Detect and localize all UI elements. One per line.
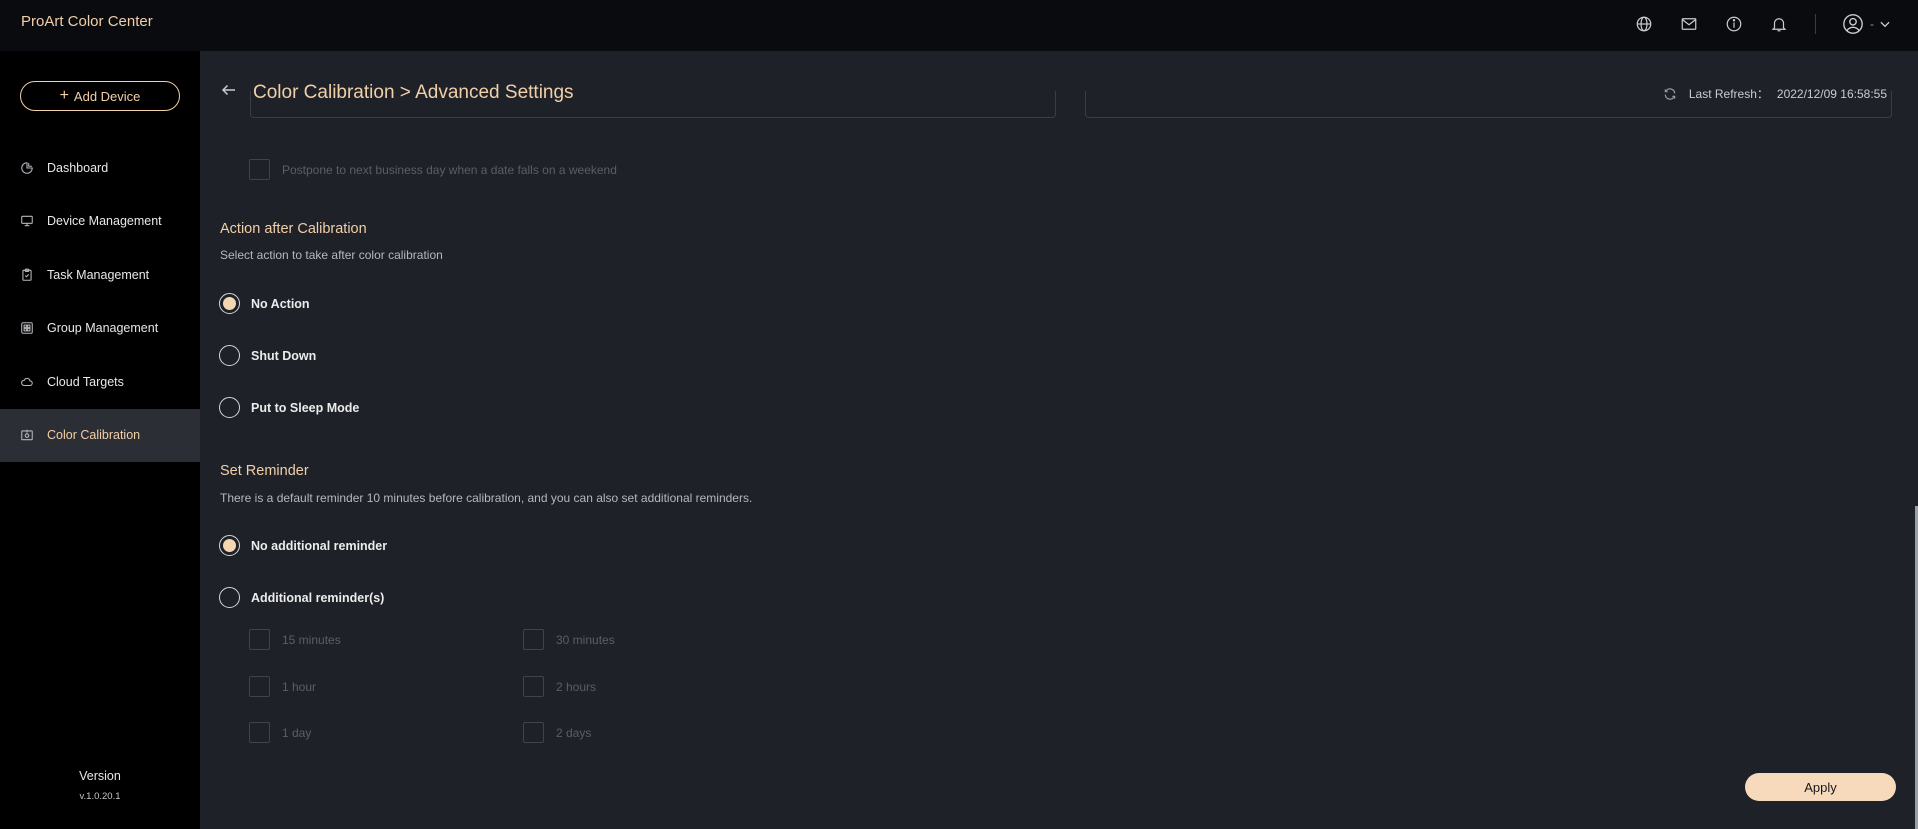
sidebar-item-dashboard[interactable]: Dashboard — [0, 141, 200, 195]
reminder-label: 1 hour — [282, 679, 317, 694]
apply-button[interactable]: Apply — [1745, 773, 1896, 801]
reminder-checkbox[interactable] — [523, 629, 544, 650]
radio-label: Shut Down — [251, 348, 317, 363]
mail-icon[interactable] — [1677, 12, 1701, 36]
chevron-down-icon — [1878, 17, 1892, 31]
back-arrow-icon[interactable] — [220, 81, 238, 99]
sidebar-item-label: Dashboard — [47, 160, 109, 175]
postpone-checkbox[interactable] — [249, 159, 270, 180]
radio-sleep-mode[interactable]: Put to Sleep Mode — [219, 397, 359, 418]
radio-additional-reminders[interactable]: Additional reminder(s) — [219, 587, 384, 608]
reminder-2-days[interactable]: 2 days — [523, 722, 591, 743]
app-title: ProArt Color Center — [21, 13, 153, 30]
reminder-2-hours[interactable]: 2 hours — [523, 676, 596, 697]
reminder-1-day[interactable]: 1 day — [249, 722, 311, 743]
sidebar-item-label: Group Management — [47, 321, 159, 336]
plus-icon: + — [59, 87, 69, 104]
sidebar-item-group-management[interactable]: Group Management — [0, 302, 200, 356]
sidebar-item-label: Task Management — [47, 267, 150, 282]
info-icon[interactable] — [1722, 12, 1746, 36]
grid-icon — [21, 322, 33, 335]
main-content: Color Calibration > Advanced Settings La… — [200, 51, 1918, 829]
postpone-checkbox-row[interactable]: Postpone to next business day when a dat… — [249, 159, 617, 180]
reminder-checkbox[interactable] — [523, 722, 544, 743]
pie-chart-icon — [21, 161, 33, 174]
reminder-1-hour[interactable]: 1 hour — [249, 676, 316, 697]
bell-icon[interactable] — [1767, 12, 1791, 36]
reminder-checkbox[interactable] — [523, 676, 544, 697]
radio-label: Additional reminder(s) — [251, 590, 385, 605]
top-toolbar: - — [1611, 12, 1892, 36]
sidebar-item-cloud-targets[interactable]: Cloud Targets — [0, 355, 200, 409]
radio-label: No additional reminder — [251, 538, 388, 553]
reminder-15-minutes[interactable]: 15 minutes — [249, 629, 341, 650]
radio-no-action[interactable]: No Action — [219, 293, 310, 314]
reminder-label: 30 minutes — [556, 632, 615, 647]
reminder-section-description: There is a default reminder 10 minutes b… — [220, 491, 753, 505]
sidebar-item-device-management[interactable]: Device Management — [0, 195, 200, 249]
reminder-section-title: Set Reminder — [220, 463, 309, 479]
add-device-button[interactable]: + Add Device — [20, 81, 180, 111]
sidebar-item-label: Cloud Targets — [47, 374, 124, 389]
radio-label: Put to Sleep Mode — [251, 400, 360, 415]
action-section-title: Action after Calibration — [220, 221, 367, 237]
action-section-description: Select action to take after color calibr… — [220, 248, 443, 262]
reminder-label: 2 days — [556, 725, 592, 740]
sidebar-nav: Dashboard Device Management Task Managem… — [0, 141, 200, 462]
sidebar: + Add Device Dashboard Device Management… — [0, 51, 200, 829]
radio-button[interactable] — [219, 397, 240, 418]
sidebar-item-label: Device Management — [47, 214, 162, 229]
reminder-30-minutes[interactable]: 30 minutes — [523, 629, 615, 650]
user-menu[interactable]: - — [1842, 13, 1892, 35]
radio-label: No Action — [251, 296, 310, 311]
sidebar-item-task-management[interactable]: Task Management — [0, 248, 200, 302]
version-label: Version — [79, 769, 121, 783]
version-number: v.1.0.20.1 — [79, 791, 121, 802]
calibration-icon — [21, 430, 33, 441]
schedule-field-right[interactable] — [1085, 91, 1892, 118]
reminder-checkbox[interactable] — [249, 722, 270, 743]
reminder-checkbox[interactable] — [249, 676, 270, 697]
user-name: - — [1870, 17, 1874, 31]
schedule-field-left[interactable] — [250, 91, 1056, 118]
reminder-label: 15 minutes — [282, 632, 341, 647]
postpone-label: Postpone to next business day when a dat… — [282, 162, 617, 177]
radio-button[interactable] — [219, 535, 240, 556]
avatar-icon — [1842, 13, 1864, 35]
radio-button[interactable] — [219, 293, 240, 314]
radio-no-additional-reminder[interactable]: No additional reminder — [219, 535, 387, 556]
globe-icon[interactable] — [1632, 12, 1656, 36]
toolbar-divider — [1815, 14, 1816, 34]
reminder-label: 1 day — [282, 725, 312, 740]
reminder-label: 2 hours — [556, 679, 597, 694]
add-device-label: Add Device — [73, 88, 141, 104]
radio-button[interactable] — [219, 345, 240, 366]
monitor-icon — [21, 216, 33, 227]
sidebar-item-color-calibration[interactable]: Color Calibration — [0, 408, 200, 462]
radio-button[interactable] — [219, 587, 240, 608]
reminder-checkbox[interactable] — [249, 629, 270, 650]
clipboard-icon — [22, 268, 32, 281]
sidebar-item-label: Color Calibration — [47, 428, 141, 443]
radio-shut-down[interactable]: Shut Down — [219, 345, 316, 366]
cloud-icon — [21, 377, 33, 386]
top-bar: ProArt Color Center - — [0, 0, 1918, 51]
